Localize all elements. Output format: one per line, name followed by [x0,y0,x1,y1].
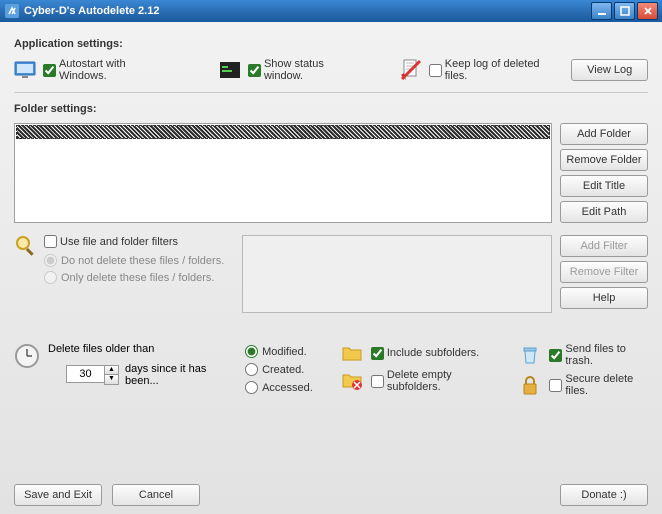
spin-down[interactable]: ▼ [105,375,118,384]
cancel-button[interactable]: Cancel [112,484,200,506]
magnifier-icon [14,235,38,257]
basis-modified[interactable]: Modified. [245,345,313,358]
folder-list-item[interactable] [16,125,550,139]
maximize-button[interactable] [614,2,635,20]
filter-mode-donotdelete[interactable]: Do not delete these files / folders. [44,254,224,267]
view-log-button[interactable]: View Log [571,59,648,81]
edit-title-button[interactable]: Edit Title [560,175,648,197]
days-input[interactable] [66,365,104,383]
edit-path-button[interactable]: Edit Path [560,201,648,223]
add-folder-button[interactable]: Add Folder [560,123,648,145]
spin-up[interactable]: ▲ [105,366,118,375]
use-filters-checkbox[interactable]: Use file and folder filters [44,235,224,248]
age-label: Delete files older than [48,343,225,355]
save-and-exit-button[interactable]: Save and Exit [14,484,102,506]
titlebar: Cyber-D's Autodelete 2.12 [0,0,662,22]
monitor-icon [14,59,37,81]
filter-mode-onlydelete[interactable]: Only delete these files / folders. [44,271,224,284]
status-window-icon [219,59,242,81]
minimize-button[interactable] [591,2,612,20]
basis-created[interactable]: Created. [245,363,313,376]
filter-list[interactable] [242,235,552,313]
window-title: Cyber-D's Autodelete 2.12 [24,5,589,17]
trash-icon [519,345,541,365]
secure-delete-checkbox[interactable]: Secure delete files. [549,373,648,397]
app-icon [4,3,20,19]
folder-settings-heading: Folder settings: [14,103,648,115]
divider [14,92,648,93]
app-settings-heading: Application settings: [14,38,648,50]
lock-icon [519,375,541,395]
folder-include-icon [341,343,363,363]
help-button[interactable]: Help [560,287,648,309]
close-button[interactable] [637,2,658,20]
add-filter-button[interactable]: Add Filter [560,235,648,257]
days-spinner[interactable]: ▲▼ [66,365,119,385]
log-icon [400,59,423,81]
status-window-checkbox[interactable]: Show status window. [248,58,361,82]
autostart-checkbox[interactable]: Autostart with Windows. [43,58,171,82]
age-suffix: days since it has been... [125,363,225,387]
remove-folder-button[interactable]: Remove Folder [560,149,648,171]
donate-button[interactable]: Donate :) [560,484,648,506]
basis-accessed[interactable]: Accessed. [245,381,313,394]
keep-log-checkbox[interactable]: Keep log of deleted files. [429,58,560,82]
remove-filter-button[interactable]: Remove Filter [560,261,648,283]
delete-empty-checkbox[interactable]: Delete empty subfolders. [371,369,496,393]
folder-delete-icon [341,371,363,391]
send-to-trash-checkbox[interactable]: Send files to trash. [549,343,648,367]
folder-list[interactable] [14,123,552,223]
include-subfolders-checkbox[interactable]: Include subfolders. [371,347,496,360]
clock-icon [14,343,40,369]
